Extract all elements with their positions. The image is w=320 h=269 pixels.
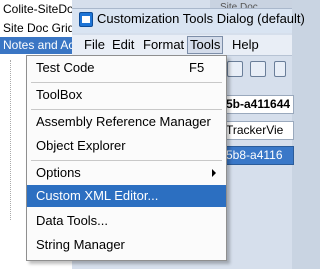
menu-item-custom-xml-editor[interactable]: Custom XML Editor... — [27, 185, 226, 207]
menu-item-label: ToolBox — [36, 87, 83, 102]
preview-icon[interactable] — [250, 61, 266, 77]
menu-item-label: Options — [36, 165, 81, 180]
menu-separator — [31, 160, 222, 161]
menu-item-options[interactable]: Options — [27, 162, 226, 184]
background-selected-field: 5b8-a4116 — [225, 146, 294, 165]
menu-tools[interactable]: Tools — [187, 36, 224, 54]
menu-item-label: Object Explorer — [36, 138, 126, 153]
menu-help[interactable]: Help — [230, 37, 261, 53]
menu-item-object-explorer[interactable]: Object Explorer — [27, 135, 226, 157]
menu-item-toolbox[interactable]: ToolBox — [27, 84, 226, 106]
menu-item-label: Custom XML Editor... — [36, 188, 159, 203]
menu-item-assembly-reference-manager[interactable]: Assembly Reference Manager — [27, 111, 226, 133]
menu-item-label: Assembly Reference Manager — [36, 114, 211, 129]
menu-separator — [31, 82, 222, 83]
menu-edit[interactable]: Edit — [110, 37, 136, 53]
menu-item-string-manager[interactable]: String Manager — [27, 234, 226, 256]
tools-dropdown-menu: Test Code F5 ToolBox Assembly Reference … — [26, 55, 227, 261]
background-trackerview-field: TrackerVie — [225, 121, 294, 140]
background-id-field: 5b-a411644 — [225, 95, 294, 114]
menu-item-label: Test Code — [36, 60, 95, 75]
menu-item-data-tools[interactable]: Data Tools... — [27, 210, 226, 232]
toolbar-more-icon[interactable] — [274, 61, 286, 77]
menu-format[interactable]: Format — [141, 37, 186, 53]
menu-file[interactable]: File — [82, 37, 107, 53]
menu-item-test-code[interactable]: Test Code F5 — [27, 57, 226, 79]
tree-item-site-doc-grid[interactable]: Site Doc Grid — [3, 20, 72, 37]
menu-item-label: String Manager — [36, 237, 125, 252]
print-icon[interactable] — [227, 61, 243, 77]
dialog-title: Customization Tools Dialog (default) — [97, 11, 305, 26]
tree-item-colite-sitedoc[interactable]: Colite-SiteDoc — [3, 1, 72, 18]
menu-item-label: Data Tools... — [36, 213, 109, 228]
tree-connector — [10, 60, 12, 220]
tree-item-notes-and-act[interactable]: Notes and Act — [0, 37, 72, 54]
menu-item-shortcut: F5 — [189, 60, 205, 75]
menu-separator — [31, 109, 222, 110]
dialog-app-icon — [79, 12, 93, 27]
submenu-arrow-icon — [212, 169, 216, 177]
